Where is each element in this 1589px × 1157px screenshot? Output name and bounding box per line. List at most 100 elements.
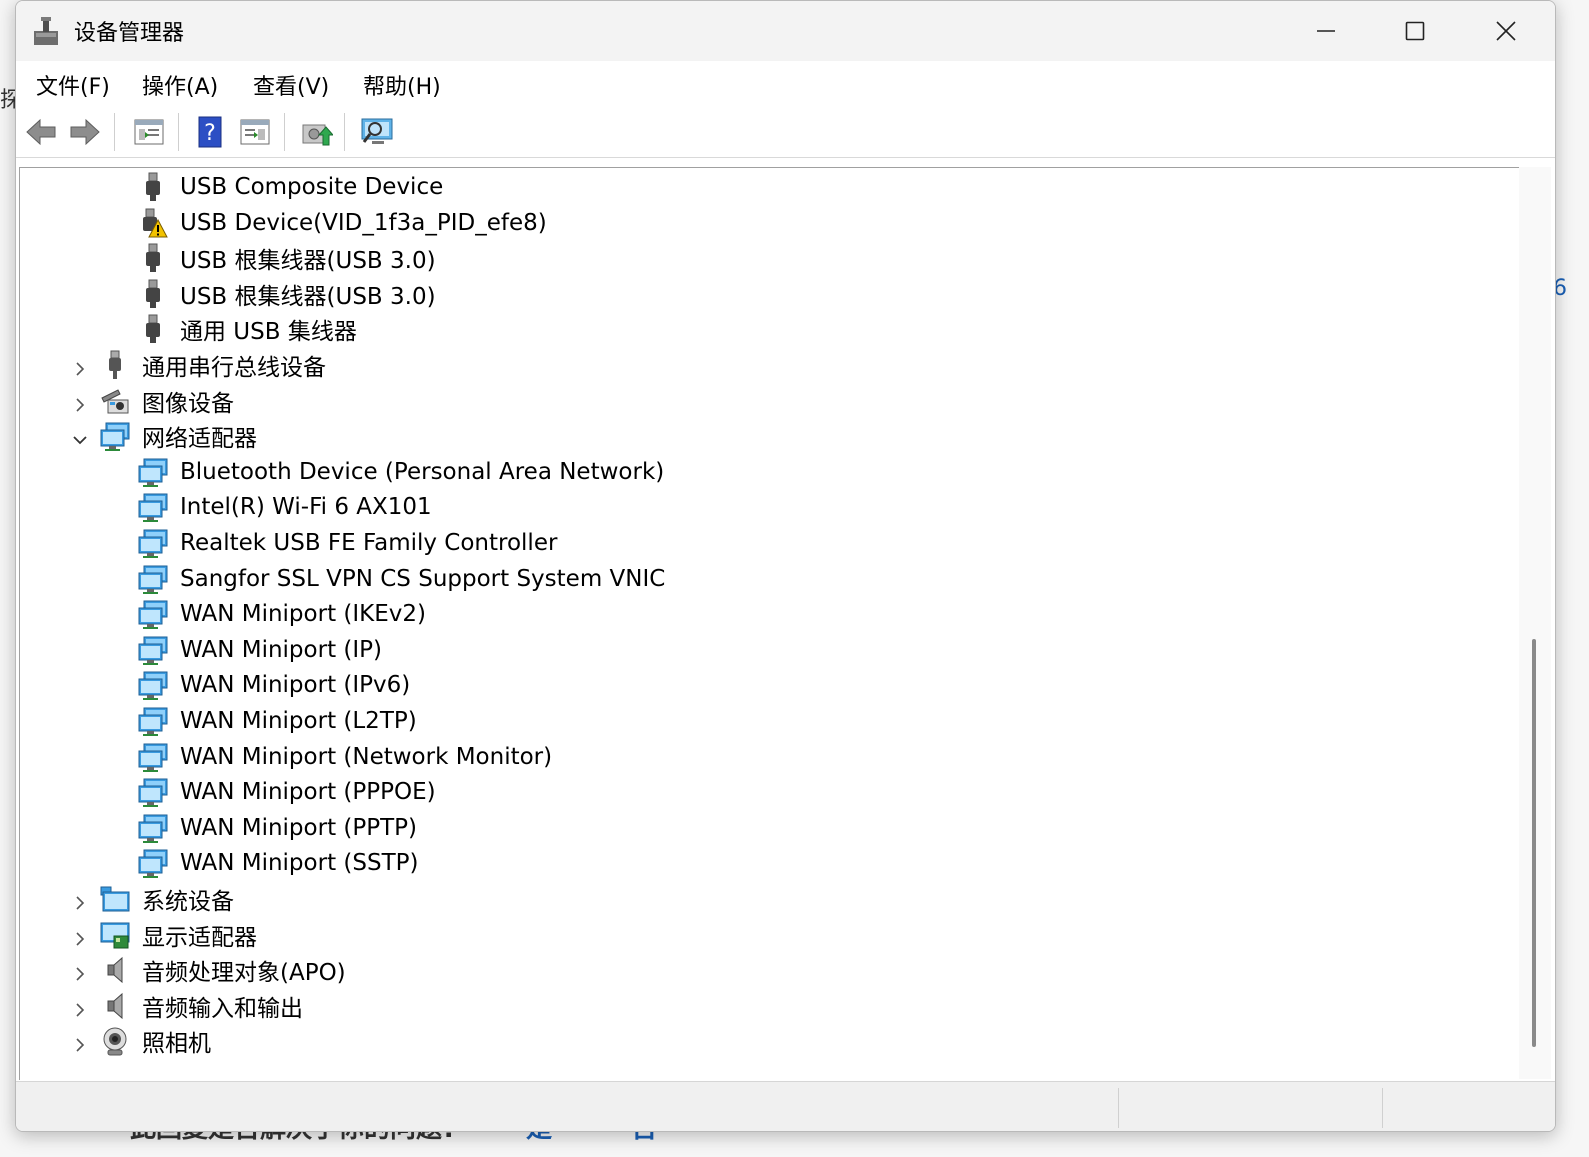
- status-bar: [16, 1081, 1555, 1131]
- tree-item-label: 照相机: [142, 1031, 211, 1058]
- minimize-button[interactable]: [1282, 1, 1370, 61]
- tree-item-usb-device[interactable]: USB 根集线器(USB 3.0): [138, 241, 436, 275]
- network-adapter-icon: [138, 635, 168, 665]
- tree-item-network-adapter[interactable]: WAN Miniport (PPPOE): [138, 775, 436, 809]
- tree-item-network-adapter[interactable]: Intel(R) Wi-Fi 6 AX101: [138, 490, 432, 524]
- tree-item-label: USB Device(VID_1f3a_PID_efe8): [180, 209, 547, 236]
- camera-icon: [100, 1026, 130, 1056]
- help-icon[interactable]: ?: [193, 115, 227, 149]
- tree-item-network-adapter[interactable]: WAN Miniport (Network Monitor): [138, 740, 552, 774]
- network-adapter-icon: [138, 777, 168, 808]
- tree-item-label: 通用串行总线设备: [142, 355, 326, 381]
- tree-item-network-adapter[interactable]: WAN Miniport (IP): [138, 633, 382, 667]
- tree-item-label: 通用 USB 集线器: [180, 319, 357, 346]
- usb-plug-icon: [138, 172, 168, 202]
- display-adapter-icon: [100, 920, 130, 950]
- chevron-right-icon[interactable]: [72, 891, 88, 910]
- tree-category-network[interactable]: 网络适配器: [73, 419, 257, 453]
- network-adapter-icon: [138, 599, 168, 630]
- chevron-right-icon[interactable]: [72, 998, 88, 1017]
- tree-item-label: USB Composite Device: [180, 174, 444, 200]
- close-button[interactable]: [1462, 1, 1550, 61]
- chevron-right-icon[interactable]: [72, 927, 88, 946]
- tree-item-label: Intel(R) Wi-Fi 6 AX101: [180, 494, 432, 521]
- tree-item-label: 系统设备: [142, 889, 234, 915]
- tree-category-display[interactable]: 显示适配器: [76, 918, 257, 952]
- tree-item-usb-device[interactable]: USB Composite Device: [138, 170, 443, 204]
- back-arrow-icon[interactable]: [24, 115, 58, 149]
- tree-item-usb-device[interactable]: USB 根集线器(USB 3.0): [138, 277, 436, 311]
- usb-plug-icon: [138, 243, 168, 273]
- vertical-scrollbar[interactable]: [1519, 167, 1551, 1079]
- tree-item-network-adapter[interactable]: WAN Miniport (PPTP): [138, 811, 417, 845]
- tree-category-imaging[interactable]: 图像设备: [76, 384, 234, 418]
- network-adapter-icon: [138, 848, 168, 879]
- device-tree[interactable]: USB Composite Device USB Device(VID_1f3a_…: [19, 167, 1520, 1080]
- speaker-icon: [100, 991, 130, 1021]
- usb-serial-bus-icon: [100, 350, 130, 380]
- tree-item-label: WAN Miniport (SSTP): [180, 850, 419, 877]
- title-bar[interactable]: 设备管理器: [16, 1, 1555, 61]
- network-adapter-icon: [138, 813, 168, 843]
- tree-item-usb-device[interactable]: 通用 USB 集线器: [138, 312, 357, 346]
- network-adapter-icon: [138, 528, 168, 558]
- toolbar-separator: [178, 113, 179, 151]
- menu-view[interactable]: 查看(V): [253, 69, 329, 101]
- device-manager-app-icon: [34, 17, 58, 45]
- menu-bar: 文件(F) 操作(A) 查看(V) 帮助(H): [16, 61, 1555, 108]
- device-manager-window: 设备管理器 文件(F) 操作(A) 查看(V) 帮助(H) ? USB Comp…: [15, 0, 1556, 1132]
- tree-item-label: USB 根集线器(USB 3.0): [180, 283, 436, 310]
- tree-item-label: USB 根集线器(USB 3.0): [180, 248, 436, 275]
- tree-item-label: WAN Miniport (L2TP): [180, 708, 417, 734]
- forward-arrow-icon[interactable]: [68, 115, 102, 149]
- tree-category-camera[interactable]: 照相机: [76, 1024, 211, 1058]
- maximize-icon: [1405, 21, 1425, 41]
- usb-plug-icon: [138, 279, 168, 309]
- tree-item-network-adapter[interactable]: WAN Miniport (SSTP): [138, 846, 418, 880]
- tree-item-network-adapter[interactable]: WAN Miniport (IKEv2): [138, 597, 426, 631]
- tree-item-label: 显示适配器: [142, 924, 257, 951]
- tree-item-network-adapter[interactable]: Bluetooth Device (Personal Area Network): [138, 455, 664, 489]
- chevron-right-icon[interactable]: [72, 357, 88, 376]
- tree-item-label: WAN Miniport (PPPOE): [180, 779, 436, 806]
- tree-category-system[interactable]: 系统设备: [76, 882, 234, 916]
- scan-hardware-icon[interactable]: [360, 115, 394, 149]
- toolbar-separator: [344, 113, 345, 151]
- menu-help[interactable]: 帮助(H): [363, 69, 441, 101]
- tree-item-label: WAN Miniport (PPTP): [180, 814, 417, 841]
- menu-action[interactable]: 操作(A): [142, 69, 218, 101]
- tree-category-audio-io[interactable]: 音频输入和输出: [76, 989, 303, 1023]
- tree-item-network-adapter[interactable]: WAN Miniport (L2TP): [138, 704, 417, 738]
- scrollbar-thumb[interactable]: [1532, 639, 1536, 1047]
- network-adapter-icon: [138, 564, 168, 594]
- menu-file[interactable]: 文件(F): [36, 69, 110, 101]
- tree-item-network-adapter[interactable]: Sangfor SSL VPN CS Support System VNIC: [138, 562, 665, 596]
- tree-item-label: WAN Miniport (IP): [180, 636, 382, 663]
- svg-text:?: ?: [204, 121, 216, 146]
- properties-icon[interactable]: [132, 115, 166, 149]
- tree-item-network-adapter[interactable]: WAN Miniport (IPv6): [138, 668, 410, 702]
- update-driver-icon[interactable]: [299, 115, 333, 149]
- network-adapter-icon: [138, 670, 168, 701]
- tree-item-label: Sangfor SSL VPN CS Support System VNIC: [180, 565, 666, 592]
- maximize-button[interactable]: [1371, 1, 1459, 61]
- tree-item-label: Realtek USB FE Family Controller: [180, 530, 558, 556]
- network-adapter-icon: [138, 742, 168, 772]
- chevron-down-icon[interactable]: [72, 428, 88, 445]
- tree-item-network-adapter[interactable]: Realtek USB FE Family Controller: [138, 526, 557, 560]
- chevron-right-icon[interactable]: [72, 1033, 88, 1052]
- system-devices-icon: [100, 884, 130, 914]
- status-divider: [1118, 1088, 1119, 1128]
- tree-category-apo[interactable]: 音频处理对象(APO): [76, 953, 346, 987]
- window-title: 设备管理器: [74, 21, 185, 46]
- tree-item-label: 音频处理对象(APO): [142, 960, 346, 987]
- chevron-right-icon[interactable]: [72, 393, 88, 412]
- speaker-icon: [100, 955, 130, 985]
- chevron-right-icon[interactable]: [72, 962, 88, 981]
- network-adapter-icon: [100, 421, 130, 452]
- tree-item-label: 网络适配器: [142, 426, 257, 453]
- tree-item-label: WAN Miniport (Network Monitor): [180, 743, 553, 770]
- tree-item-usb-device[interactable]: USB Device(VID_1f3a_PID_efe8): [138, 206, 547, 240]
- view-icon[interactable]: [238, 115, 272, 149]
- tree-category-serial-bus[interactable]: 通用串行总线设备: [76, 348, 326, 382]
